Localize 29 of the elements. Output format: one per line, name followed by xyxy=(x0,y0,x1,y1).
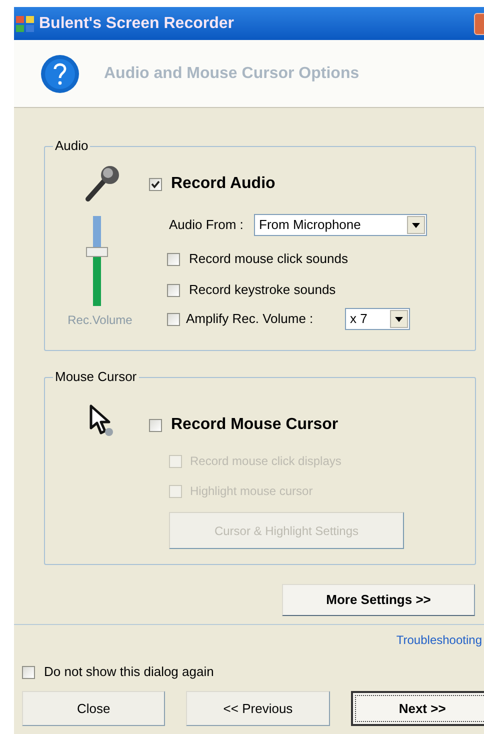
header-title: Audio and Mouse Cursor Options xyxy=(104,64,360,84)
dropdown[interactable]: From Microphone xyxy=(254,214,427,236)
checkbox[interactable] xyxy=(149,418,162,432)
dialog-button[interactable]: << Previous xyxy=(186,691,330,726)
field-label: Audio From : xyxy=(169,216,244,234)
slider-thumb[interactable] xyxy=(86,247,108,257)
dropdown[interactable]: x 7 xyxy=(345,308,410,330)
checkbox[interactable] xyxy=(167,252,180,266)
volume-label: Rec.Volume xyxy=(68,312,132,328)
checkbox-label: Record mouse click sounds xyxy=(189,250,348,268)
troubleshooting-link[interactable]: Troubleshooting xyxy=(396,632,482,648)
question-icon xyxy=(40,54,80,94)
dialog-button[interactable]: Close xyxy=(22,691,166,726)
dialog-button[interactable]: Next >> xyxy=(350,691,484,726)
checkbox-label: Record Audio xyxy=(171,174,276,194)
checkbox[interactable] xyxy=(167,284,180,296)
cursor-icon xyxy=(88,404,116,438)
app-logo-icon xyxy=(16,16,34,32)
more-settings-button[interactable]: More Settings >> xyxy=(282,584,475,616)
checkbox-label: Amplify Rec. Volume : xyxy=(186,310,314,328)
window-title: Bulent's Screen Recorder xyxy=(39,14,234,34)
checkbox[interactable] xyxy=(22,666,35,678)
volume-slider[interactable] xyxy=(86,216,108,306)
microphone-icon xyxy=(84,165,120,203)
checkbox[interactable] xyxy=(167,312,180,326)
checkbox[interactable] xyxy=(149,178,162,190)
checkbox-label: Record Mouse Cursor xyxy=(171,415,338,435)
checkbox-label: Record keystroke sounds xyxy=(189,281,336,300)
checkbox-label: Do not show this dialog again xyxy=(44,663,214,682)
